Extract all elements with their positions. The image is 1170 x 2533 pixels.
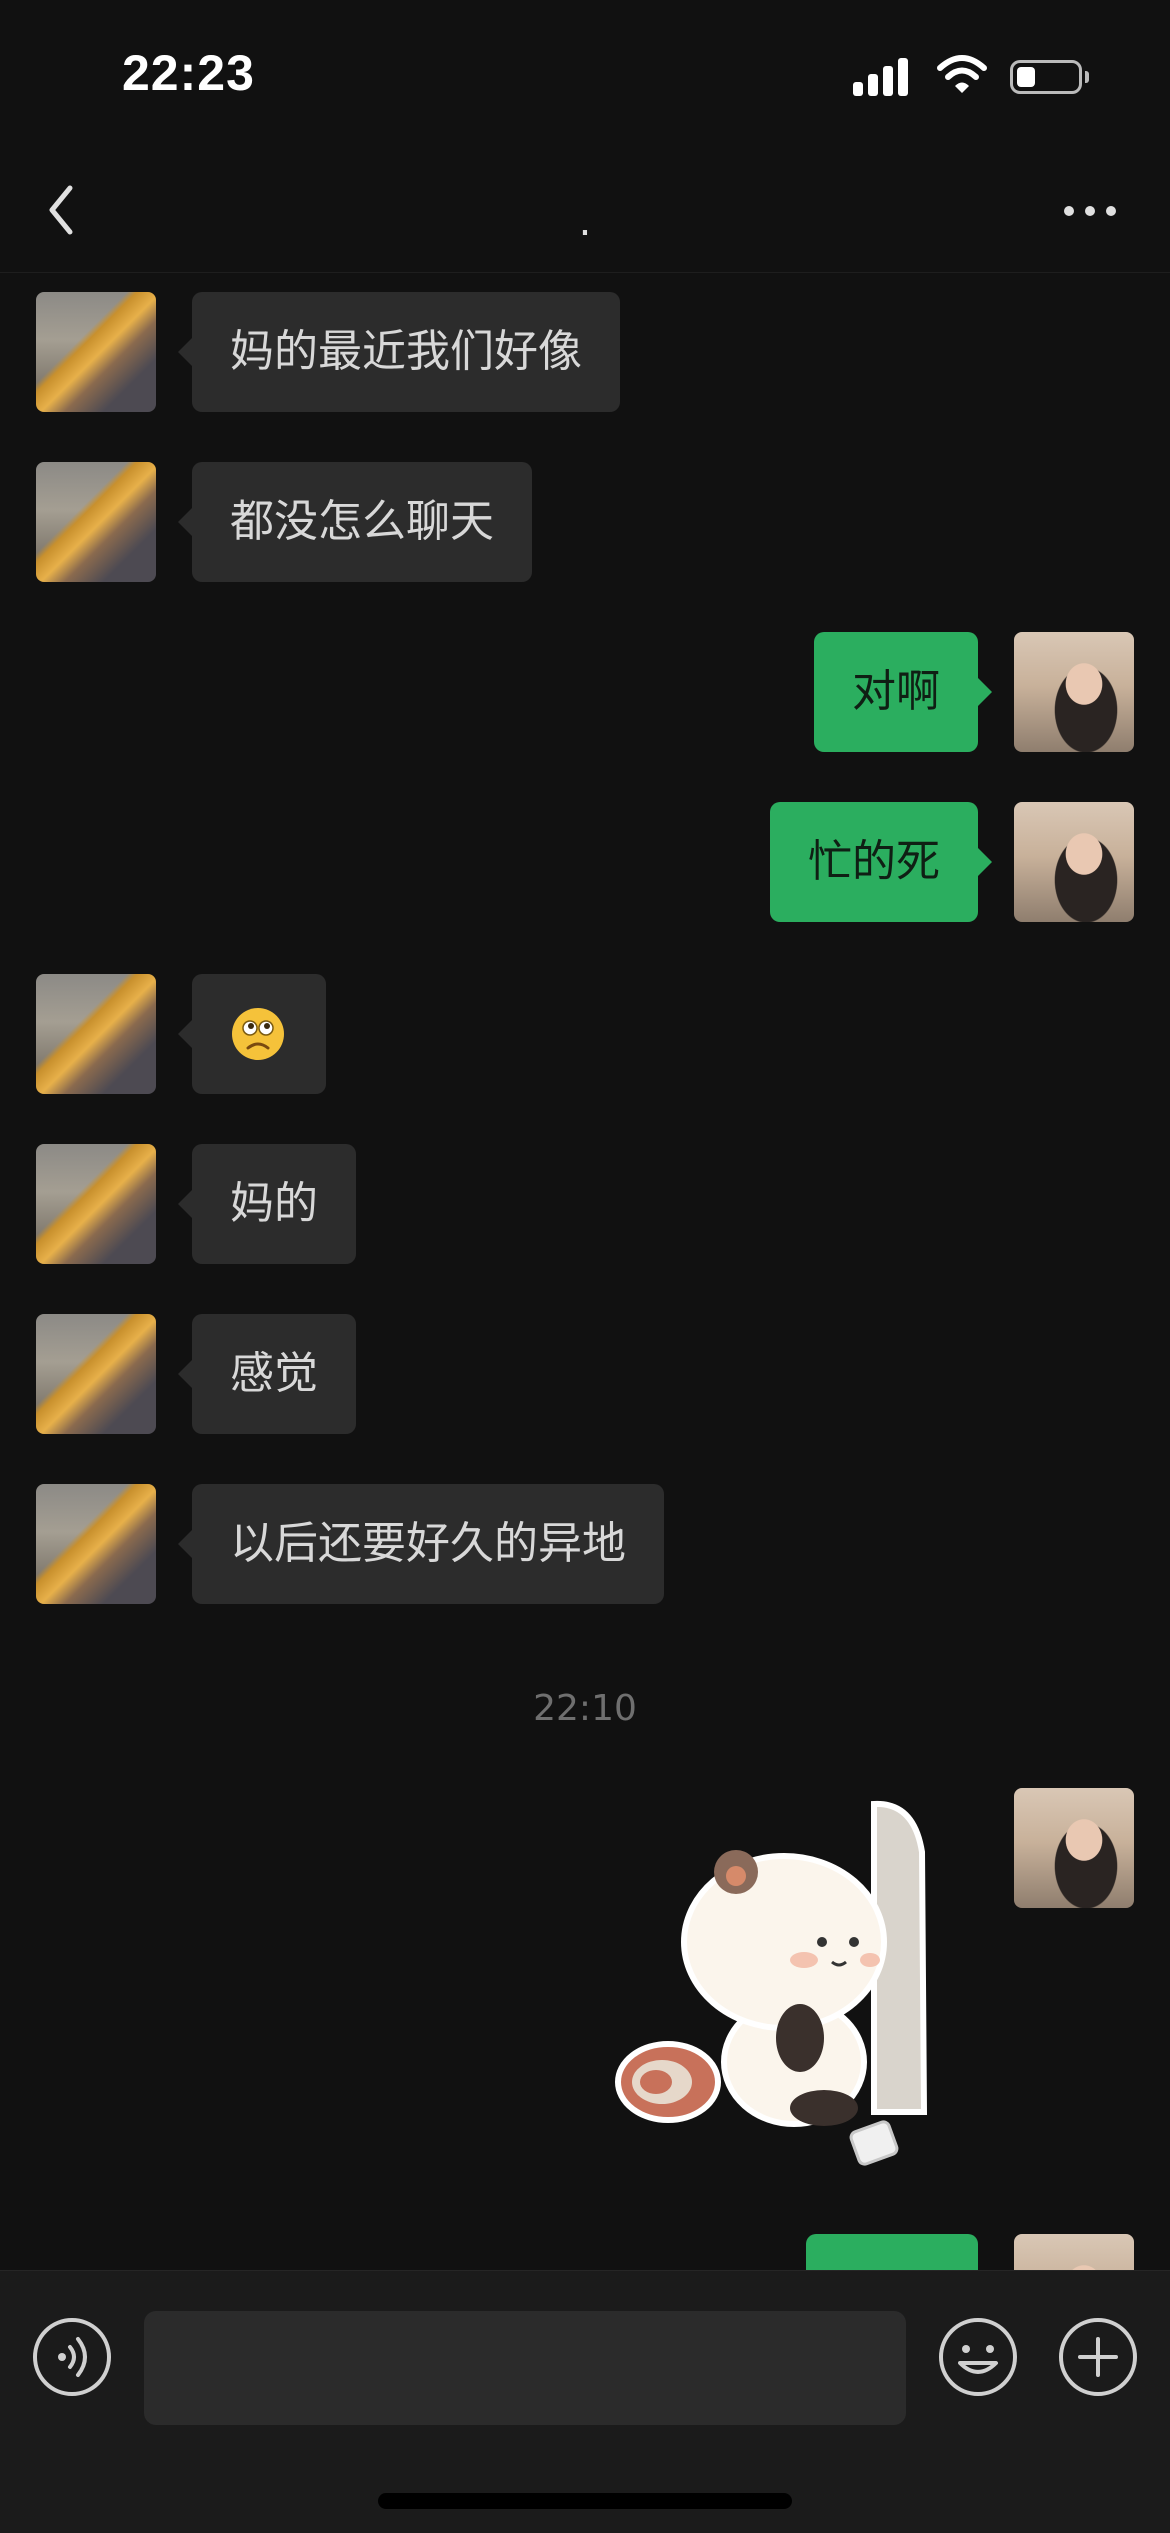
signal-icon	[853, 58, 908, 96]
contact-avatar[interactable]	[36, 1314, 156, 1434]
message-bubble-emoji[interactable]	[178, 974, 326, 1094]
message-bubble-incoming[interactable]: 妈的	[178, 1144, 356, 1264]
message-input[interactable]	[144, 2311, 906, 2425]
home-indicator[interactable]	[378, 2493, 792, 2509]
message-timestamp: 22:10	[533, 1688, 637, 1729]
contact-avatar[interactable]	[36, 974, 156, 1094]
message-bubble-outgoing[interactable]: 忙的死	[770, 802, 992, 922]
chat-area[interactable]: 妈的最近我们好像 都没怎么聊天 对啊 忙的死 妈的 感觉 以后还要好久的异地 2…	[0, 272, 1170, 2272]
battery-level	[1017, 67, 1035, 87]
message-bubble-incoming[interactable]: 妈的最近我们好像	[178, 292, 620, 412]
contact-avatar[interactable]	[36, 292, 156, 412]
message-bubble-incoming[interactable]: 都没怎么聊天	[178, 462, 532, 582]
wifi-icon	[937, 55, 987, 93]
my-avatar[interactable]	[1014, 2234, 1134, 2272]
contact-avatar[interactable]	[36, 1144, 156, 1264]
panda-sticker[interactable]	[604, 1792, 974, 2172]
message-bubble-incoming[interactable]: 以后还要好久的异地	[178, 1484, 664, 1604]
status-time: 22:23	[122, 45, 255, 101]
my-avatar[interactable]	[1014, 632, 1134, 752]
voice-input-icon[interactable]	[32, 2317, 112, 2397]
contact-avatar[interactable]	[36, 1484, 156, 1604]
status-bar: 22:23	[0, 0, 1170, 150]
message-bubble-outgoing[interactable]: 对啊	[814, 632, 992, 752]
chat-title: .	[578, 199, 592, 245]
message-bubble-outgoing[interactable]	[806, 2234, 978, 2272]
input-bar	[0, 2270, 1170, 2533]
sad-face-icon	[232, 1008, 284, 1060]
my-avatar[interactable]	[1014, 802, 1134, 922]
nav-bar: .	[0, 150, 1170, 273]
battery-cap	[1085, 71, 1089, 83]
emoji-icon[interactable]	[938, 2317, 1018, 2397]
plus-icon[interactable]	[1058, 2317, 1138, 2397]
more-options-icon[interactable]	[1060, 200, 1120, 222]
battery-icon	[1010, 60, 1082, 94]
my-avatar[interactable]	[1014, 1788, 1134, 1908]
message-bubble-incoming[interactable]: 感觉	[178, 1314, 356, 1434]
contact-avatar[interactable]	[36, 462, 156, 582]
